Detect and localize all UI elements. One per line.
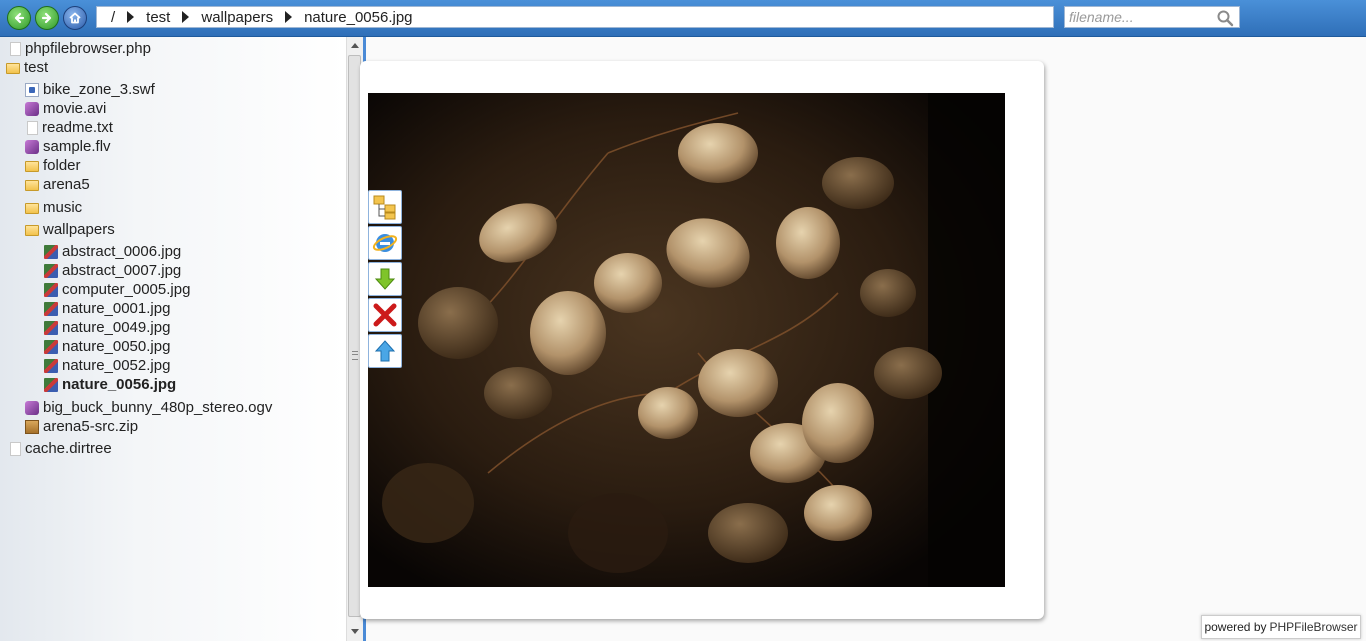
- download-icon: [374, 268, 396, 290]
- image-file-icon: [44, 301, 58, 316]
- scroll-up-button[interactable]: [347, 37, 363, 53]
- delete-button[interactable]: [368, 298, 402, 332]
- tree-item[interactable]: sample.flv: [25, 137, 111, 156]
- breadcrumb-item-wallpapers[interactable]: wallpapers: [195, 9, 279, 26]
- swf-file-icon: [25, 82, 39, 97]
- chevron-up-icon: [351, 42, 359, 48]
- grip-icon: [352, 351, 358, 360]
- tree-item[interactable]: nature_0001.jpg: [44, 299, 170, 318]
- image-file-icon: [44, 282, 58, 297]
- folder-icon: [25, 203, 39, 214]
- tree-view-icon: [373, 195, 396, 220]
- open-in-browser-icon: [372, 234, 398, 252]
- folder-icon: [25, 225, 39, 236]
- tree-item[interactable]: abstract_0006.jpg: [44, 242, 181, 261]
- image-file-icon: [44, 263, 58, 278]
- breadcrumb-separator-icon: [285, 11, 293, 23]
- action-toolbar: [368, 190, 402, 368]
- video-file-icon: [25, 139, 39, 154]
- powered-by-text: powered by: [1204, 620, 1267, 634]
- tree-item[interactable]: wallpapers: [25, 220, 115, 239]
- tree-item[interactable]: nature_0052.jpg: [44, 356, 170, 375]
- file-icon: [10, 41, 21, 56]
- home-button[interactable]: [63, 6, 87, 30]
- breadcrumb-item-test[interactable]: test: [140, 9, 176, 26]
- forward-button[interactable]: [35, 6, 59, 30]
- folder-icon: [25, 161, 39, 172]
- breadcrumb: / test wallpapers nature_0056.jpg: [96, 6, 1054, 28]
- upload-icon: [374, 340, 396, 362]
- chevron-down-icon: [351, 628, 359, 634]
- tree-item[interactable]: abstract_0007.jpg: [44, 261, 181, 280]
- tree-view-button[interactable]: [368, 190, 402, 224]
- image-file-icon: [44, 320, 58, 335]
- tree-item[interactable]: big_buck_bunny_480p_stereo.ogv: [25, 398, 272, 417]
- file-icon: [10, 441, 21, 456]
- arrow-right-icon: [41, 12, 52, 24]
- image-file-icon: [44, 339, 58, 354]
- preview-pane: [360, 37, 1366, 641]
- breadcrumb-separator-icon: [127, 11, 135, 23]
- folder-icon: [25, 180, 39, 191]
- tree-item[interactable]: folder: [25, 156, 81, 175]
- tree-item[interactable]: nature_0050.jpg: [44, 337, 170, 356]
- video-file-icon: [25, 400, 39, 415]
- folder-icon: [6, 63, 20, 74]
- breadcrumb-separator-icon: [182, 11, 190, 23]
- tree-item[interactable]: phpfilebrowser.php: [8, 39, 151, 58]
- tree-item-selected[interactable]: nature_0056.jpg: [44, 375, 176, 394]
- zip-file-icon: [25, 419, 39, 434]
- image-file-icon: [44, 358, 58, 373]
- filename-search-input[interactable]: [1064, 6, 1240, 28]
- tree-item[interactable]: bike_zone_3.swf: [25, 80, 155, 99]
- image-file-icon: [44, 377, 58, 392]
- home-icon: [69, 12, 81, 24]
- brand-link[interactable]: PHPFileBrowser: [1270, 620, 1358, 634]
- search-icon[interactable]: [1216, 9, 1234, 27]
- tree-item[interactable]: arena5-src.zip: [25, 417, 138, 436]
- open-in-browser-button[interactable]: [368, 226, 402, 260]
- tree-item[interactable]: computer_0005.jpg: [44, 280, 190, 299]
- tree-item[interactable]: readme.txt: [25, 118, 113, 137]
- tree-item[interactable]: movie.avi: [25, 99, 106, 118]
- breadcrumb-item-current[interactable]: nature_0056.jpg: [298, 9, 418, 26]
- breadcrumb-root[interactable]: /: [105, 9, 121, 26]
- download-button[interactable]: [368, 262, 402, 296]
- back-button[interactable]: [7, 6, 31, 30]
- arrow-left-icon: [14, 12, 25, 24]
- video-file-icon: [25, 101, 39, 116]
- image-preview[interactable]: [368, 93, 1005, 587]
- tree-item[interactable]: music: [25, 198, 82, 217]
- tree-item[interactable]: cache.dirtree: [8, 439, 112, 458]
- file-tree: phpfilebrowser.php test bike_zone_3.swf …: [0, 37, 346, 641]
- powered-by-badge: powered by PHPFileBrowser: [1201, 615, 1361, 639]
- image-frame: [360, 61, 1044, 619]
- file-icon: [27, 120, 38, 135]
- delete-icon: [373, 303, 397, 327]
- tree-item[interactable]: test: [6, 58, 48, 77]
- top-bar: / test wallpapers nature_0056.jpg: [0, 0, 1366, 37]
- image-file-icon: [44, 244, 58, 259]
- tree-item[interactable]: arena5: [25, 175, 90, 194]
- upload-button[interactable]: [368, 334, 402, 368]
- tree-item[interactable]: nature_0049.jpg: [44, 318, 170, 337]
- scroll-down-button[interactable]: [347, 623, 363, 639]
